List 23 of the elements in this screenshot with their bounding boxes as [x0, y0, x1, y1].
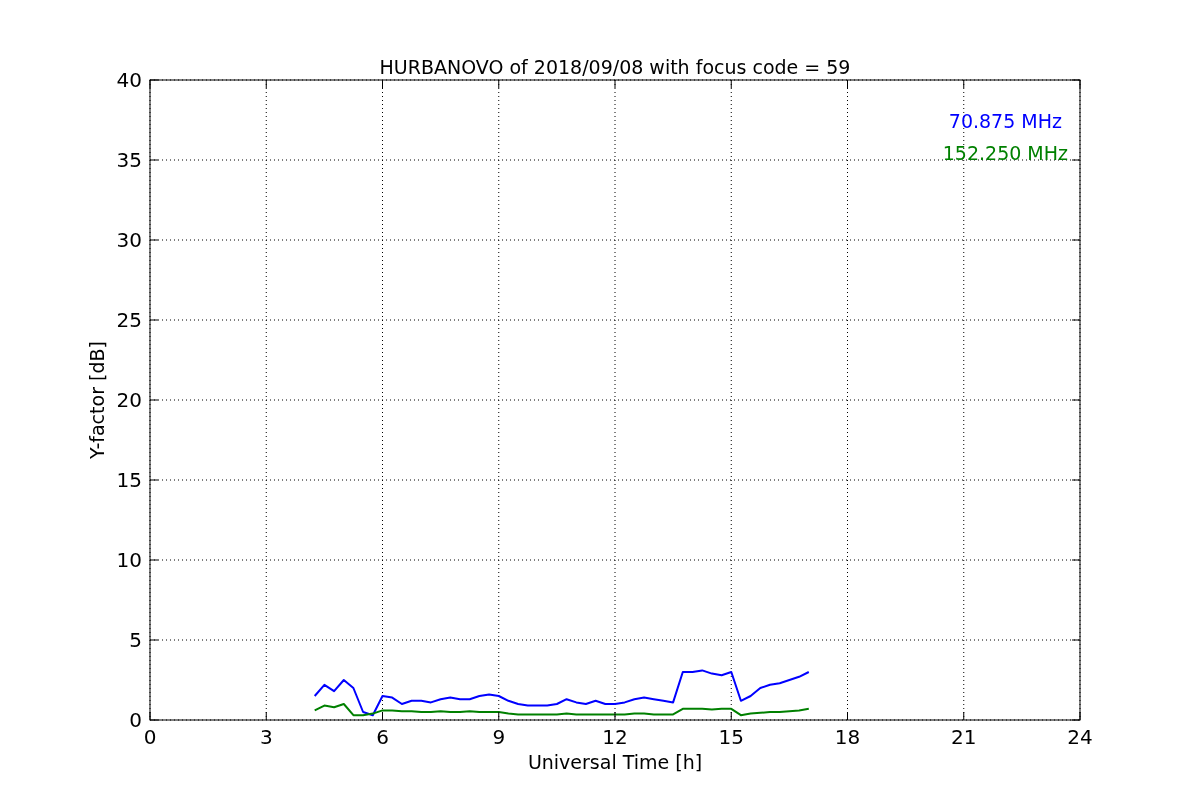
- tick-label: 15: [718, 725, 744, 749]
- tick-label: 10: [116, 548, 142, 572]
- tick-label: 21: [951, 725, 977, 749]
- tick-label: 18: [834, 725, 861, 749]
- tick-label: 9: [492, 725, 506, 749]
- tick-label: 5: [129, 628, 142, 652]
- tick-label: 3: [259, 725, 273, 749]
- tick-label: 6: [376, 725, 389, 749]
- tick-label: 12: [602, 725, 628, 749]
- tick-label: 24: [1067, 725, 1093, 749]
- tick-label: 20: [116, 388, 142, 412]
- chart-title: HURBANOVO of 2018/09/08 with focus code = 59: [379, 56, 851, 78]
- axis-label: Universal Time [h]: [527, 751, 703, 773]
- tick-label: 30: [116, 228, 142, 252]
- tick-label: 0: [143, 725, 157, 749]
- tick-label: 35: [116, 148, 142, 172]
- tick-label: 15: [116, 468, 142, 492]
- tick-label: 25: [116, 308, 142, 332]
- legend-label: 152.250 MHz: [942, 142, 1068, 164]
- legend-label: 70.875 MHz: [948, 110, 1062, 132]
- tick-label: 40: [116, 68, 142, 92]
- tick-label: 0: [129, 708, 142, 732]
- axis-label: Y-factor [dB]: [86, 341, 108, 459]
